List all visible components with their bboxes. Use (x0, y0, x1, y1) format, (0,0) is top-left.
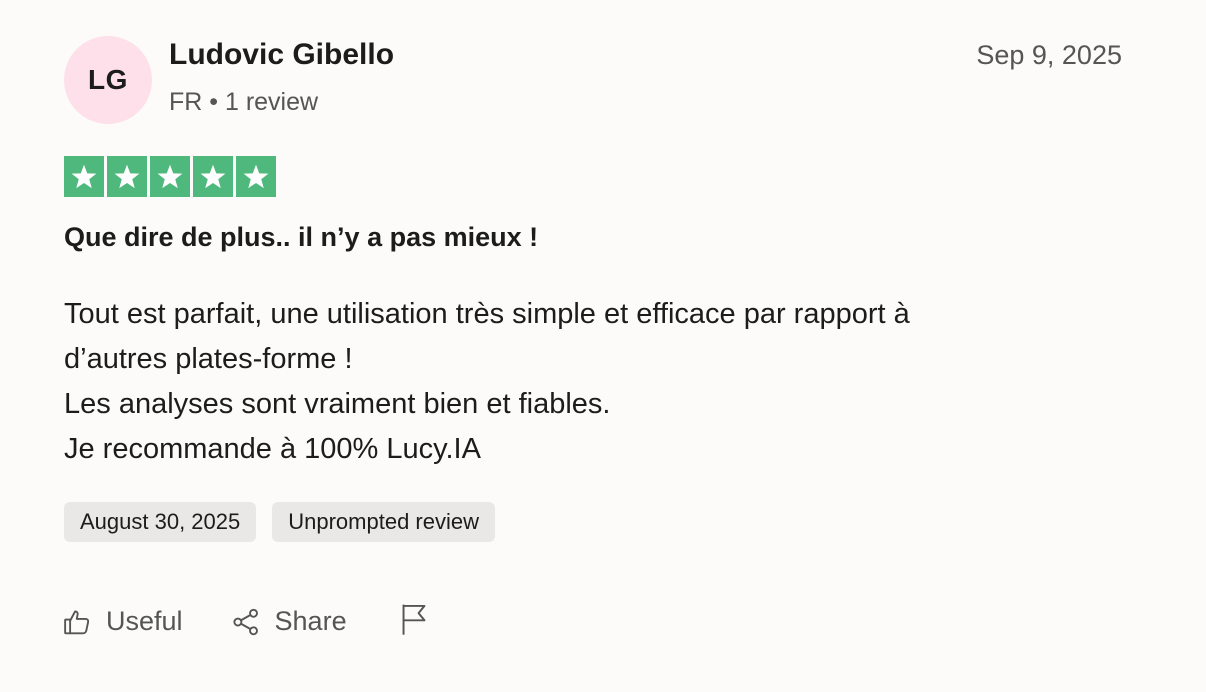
star-icon (243, 164, 269, 188)
review-body: Tout est parfait, une utilisation très s… (64, 292, 1124, 472)
useful-button[interactable]: Useful (62, 606, 183, 637)
share-button[interactable]: Share (231, 606, 347, 637)
share-label: Share (274, 606, 347, 636)
review-tags: August 30, 2025 Unprompted review (64, 502, 495, 542)
review-body-line: Les analyses sont vraiment bien et fiabl… (64, 388, 611, 420)
review-title: Que dire de plus.. il n’y a pas mieux ! (64, 222, 539, 252)
star-rating (64, 156, 276, 197)
star-box (150, 156, 190, 197)
share-icon (231, 607, 261, 637)
experience-date-badge: August 30, 2025 (64, 502, 257, 542)
review-actions: Useful Share (62, 602, 429, 641)
reviewer-meta: FR • 1 review (169, 88, 319, 116)
review-card: LG Ludovic Gibello FR • 1 review Sep 9, … (0, 0, 1206, 692)
review-type-badge[interactable]: Unprompted review (272, 502, 495, 542)
review-body-line: Tout est parfait, une utilisation très s… (64, 298, 910, 330)
avatar[interactable]: LG (64, 36, 152, 124)
review-posted-date: Sep 9, 2025 (976, 40, 1122, 70)
star-box (64, 156, 104, 197)
useful-label: Useful (106, 606, 183, 636)
star-box (107, 156, 147, 197)
flag-icon[interactable] (399, 602, 429, 641)
star-icon (200, 164, 226, 188)
star-icon (71, 164, 97, 188)
star-box (236, 156, 276, 197)
review-body-line: Je recommande à 100% Lucy.IA (64, 433, 481, 465)
star-icon (157, 164, 183, 188)
star-box (193, 156, 233, 197)
reviewer-name[interactable]: Ludovic Gibello (169, 38, 394, 72)
avatar-initials: LG (88, 64, 128, 95)
star-icon (114, 164, 140, 188)
thumbs-up-icon (62, 607, 92, 637)
review-body-line: d’autres plates-forme ! (64, 343, 353, 375)
